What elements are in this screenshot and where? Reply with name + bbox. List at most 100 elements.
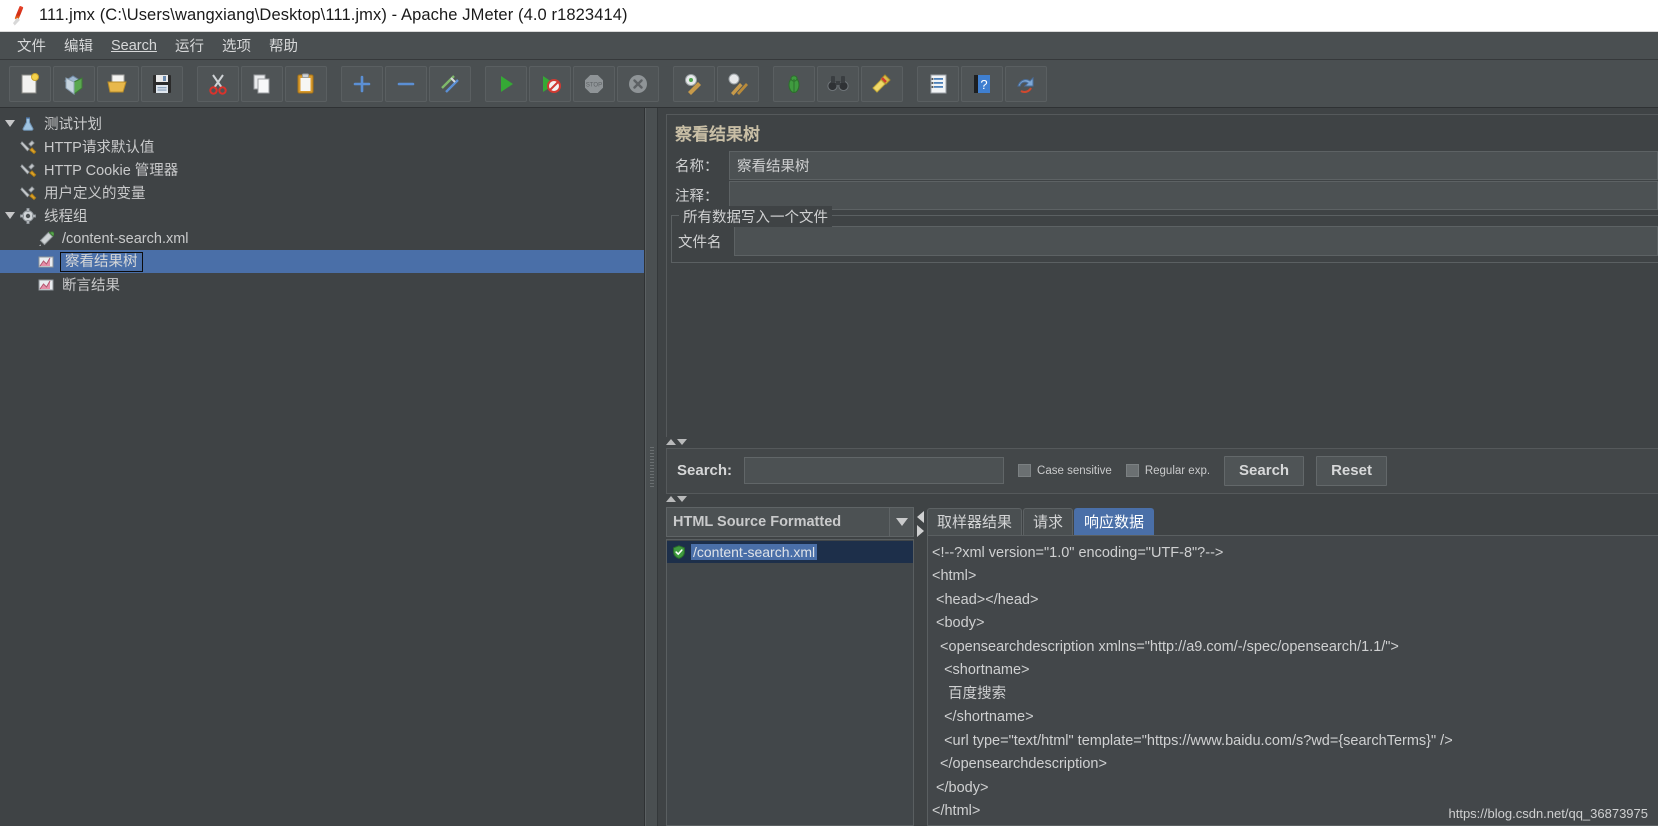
search-binoculars-icon[interactable] <box>817 65 859 102</box>
filename-input[interactable] <box>734 226 1658 256</box>
regular-exp-group[interactable]: Regular exp. <box>1125 464 1211 477</box>
help-book-icon[interactable]: ? <box>961 65 1003 102</box>
open-folder-icon[interactable] <box>97 65 139 102</box>
renderer-select[interactable]: HTML Source Formatted <box>666 506 914 537</box>
results-list-column: HTML Source Formatted /content-search.xm… <box>666 505 914 826</box>
response-line: </shortname> <box>932 709 1034 725</box>
watermark-text: https://blog.csdn.net/qq_36873975 <box>1448 806 1649 821</box>
test-plan-icon <box>18 115 38 133</box>
test-plan-tree[interactable]: 测试计划 HTTP请求默认值 HTTP Cookie 管理器 用户定义的变量 线… <box>0 108 645 826</box>
start-play-icon[interactable] <box>485 65 527 102</box>
log-viewer-icon[interactable] <box>917 65 959 102</box>
renderer-select-value: HTML Source Formatted <box>673 513 842 530</box>
main-splitter[interactable] <box>645 108 658 826</box>
search-button[interactable]: Search <box>1224 455 1305 486</box>
response-line: <head></head> <box>932 591 1039 608</box>
sample-result-list[interactable]: /content-search.xml <box>666 538 914 826</box>
case-sensitive-group[interactable]: Case sensitive <box>1018 464 1112 477</box>
tree-node-http-request-defaults[interactable]: HTTP请求默认值 <box>0 135 644 158</box>
menu-item-run[interactable]: 运行 <box>166 33 213 58</box>
expand-toggle-icon[interactable] <box>2 120 18 127</box>
tree-node-view-results-tree[interactable]: 察看结果树 <box>0 250 644 273</box>
function-helper-bug-icon[interactable] <box>773 65 815 102</box>
response-line: </opensearchdescription> <box>932 756 1107 772</box>
menu-item-help[interactable]: 帮助 <box>260 33 307 58</box>
thread-group-gear-icon <box>18 207 38 225</box>
collapse-left-icon[interactable] <box>917 510 924 523</box>
tab-request[interactable]: 请求 <box>1023 507 1074 535</box>
case-sensitive-checkbox[interactable] <box>1018 464 1032 477</box>
regular-exp-label: Regular exp. <box>1144 464 1211 477</box>
expand-toggle-icon[interactable] <box>2 212 18 219</box>
start-no-timers-icon[interactable] <box>529 65 571 102</box>
title-bar: 111.jmx (C:\Users\wangxiang\Desktop\111.… <box>0 0 1658 32</box>
save-floppy-icon[interactable] <box>141 65 183 102</box>
menu-item-options[interactable]: 选项 <box>213 33 260 58</box>
new-test-plan-icon[interactable] <box>9 65 51 102</box>
menu-bar: 文件 编辑 Search 运行 选项 帮助 <box>0 32 1658 60</box>
collapse-minus-icon[interactable] <box>385 65 427 102</box>
tree-node-label: 察看结果树 <box>60 251 143 272</box>
expand-plus-icon[interactable] <box>341 65 383 102</box>
response-data-viewer[interactable]: <!--?xml version="1.0" encoding="UTF-8"?… <box>927 534 1658 826</box>
name-field-row: 名称： 察看结果树 <box>667 151 1658 180</box>
cut-scissors-icon[interactable] <box>197 65 239 102</box>
toggle-enable-icon[interactable] <box>429 65 471 102</box>
name-input[interactable]: 察看结果树 <box>729 151 1658 180</box>
listener-chart-icon <box>36 276 56 294</box>
results-splitter[interactable] <box>914 504 927 826</box>
collapse-right-icon[interactable] <box>917 524 924 537</box>
comment-input[interactable] <box>729 181 1658 210</box>
collapse-up-icon[interactable] <box>666 439 676 445</box>
page-title: 察看结果树 <box>675 125 760 144</box>
templates-icon[interactable] <box>53 65 95 102</box>
listener-chart-icon <box>36 253 56 271</box>
tree-node-thread-group[interactable]: 线程组 <box>0 204 644 227</box>
editor-inner: 察看结果树 名称： 察看结果树 注释： 所有数据写入一个文件 文件名 <box>666 114 1658 437</box>
config-wrench-icon <box>18 184 38 202</box>
collapse-down-icon[interactable] <box>677 496 687 502</box>
search-input[interactable] <box>744 457 1005 484</box>
window-title: 111.jmx (C:\Users\wangxiang\Desktop\111.… <box>39 6 628 24</box>
response-line: <shortname> <box>932 662 1030 678</box>
tree-node-test-plan[interactable]: 测试计划 <box>0 112 644 135</box>
undo-redo-icon[interactable] <box>1005 65 1047 102</box>
regular-exp-checkbox[interactable] <box>1125 464 1139 477</box>
top-split-handle[interactable] <box>658 436 1658 448</box>
menu-item-edit[interactable]: 编辑 <box>55 33 102 58</box>
clear-all-broom-icon[interactable] <box>717 65 759 102</box>
paste-clipboard-icon[interactable] <box>285 65 327 102</box>
list-item[interactable]: /content-search.xml <box>667 540 913 563</box>
reset-button[interactable]: Reset <box>1316 455 1387 486</box>
chevron-down-icon[interactable] <box>889 507 913 536</box>
tree-node-http-sampler[interactable]: /content-search.xml <box>0 227 644 250</box>
write-all-data-groupbox: 所有数据写入一个文件 文件名 <box>671 206 1658 263</box>
tree-node-label: /content-search.xml <box>62 230 189 247</box>
stop-icon[interactable]: STOP <box>573 65 615 102</box>
collapse-up-icon[interactable] <box>666 496 676 502</box>
tree-node-label: HTTP Cookie 管理器 <box>44 163 179 179</box>
http-sampler-pen-icon <box>36 230 56 248</box>
tree-node-label: 线程组 <box>44 209 88 225</box>
tree-node-assertion-results[interactable]: 断言结果 <box>0 273 644 296</box>
tab-response-data[interactable]: 响应数据 <box>1074 507 1155 535</box>
jmeter-feather-icon <box>10 5 30 27</box>
tree-node-user-defined-variables[interactable]: 用户定义的变量 <box>0 181 644 204</box>
shutdown-icon[interactable] <box>617 65 659 102</box>
reset-search-broom-icon[interactable] <box>861 65 903 102</box>
bottom-split-handle[interactable] <box>658 493 1658 505</box>
collapse-down-icon[interactable] <box>677 439 687 445</box>
clear-broom-gear-icon[interactable] <box>673 65 715 102</box>
svg-text:STOP: STOP <box>586 82 602 88</box>
svg-text:?: ? <box>980 77 987 92</box>
search-bar: Search: Case sensitive Regular exp. Sear… <box>666 447 1658 494</box>
menu-item-file[interactable]: 文件 <box>8 33 55 58</box>
listener-editor-panel: 察看结果树 名称： 察看结果树 注释： 所有数据写入一个文件 文件名 Searc… <box>658 108 1658 826</box>
copy-pages-icon[interactable] <box>241 65 283 102</box>
groupbox-title: 所有数据写入一个文件 <box>679 206 832 227</box>
menu-item-search[interactable]: Search <box>102 36 166 56</box>
name-label: 名称： <box>675 159 719 175</box>
filename-label: 文件名 <box>678 234 722 251</box>
tab-sampler-result[interactable]: 取样器结果 <box>927 507 1023 535</box>
tree-node-http-cookie-manager[interactable]: HTTP Cookie 管理器 <box>0 158 644 181</box>
